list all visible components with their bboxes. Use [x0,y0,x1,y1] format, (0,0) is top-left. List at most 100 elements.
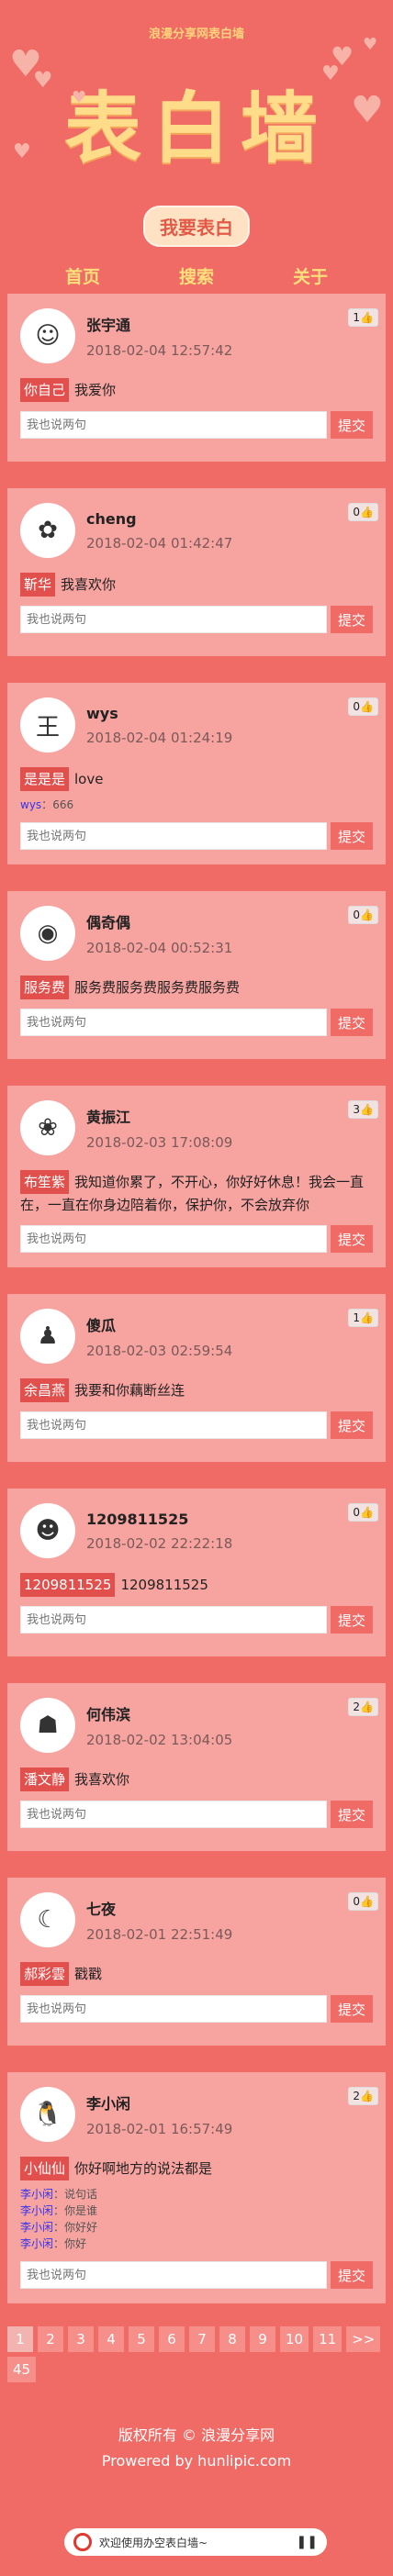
reply-input[interactable] [20,1411,327,1439]
recipient-tag: 你自己 [20,378,70,402]
reply-row: 提交 [20,1606,373,1634]
submit-button[interactable]: 提交 [331,1995,373,2023]
submit-button[interactable]: 提交 [331,606,373,633]
comment-text: 666 [52,798,74,811]
thumbs-up-icon: 👍 [360,700,374,713]
reply-input[interactable] [20,411,327,439]
thumbs-up-icon: 👍 [360,1895,374,1908]
like-count: 0 [353,700,361,713]
comment-author[interactable]: wys [20,798,41,811]
page-link[interactable]: 1 [7,2326,33,2352]
comment: wys：666 [20,798,74,811]
message-text: 我喜欢你 [74,1771,130,1788]
recipient-tag: 布笙紫 [20,1170,70,1194]
post-card: 🐧 李小闲 2018-02-01 16:57:49 2👍 小仙仙 你好啊地方的说法… [7,2072,386,2303]
post-message: 布笙紫 我知道你累了，不开心，你好好休息！我会一直在，一直在你身边陪着你，保护你，… [20,1170,373,1216]
like-button[interactable]: 0👍 [348,503,378,521]
thumbs-up-icon: 👍 [360,311,374,324]
author-name: wys [86,704,118,722]
like-button[interactable]: 1👍 [348,1309,378,1327]
like-button[interactable]: 0👍 [348,697,378,716]
nav-search[interactable]: 搜索 [179,263,214,288]
page-link[interactable]: 7 [189,2326,215,2352]
page-link[interactable]: >> [346,2326,381,2352]
reply-row: 提交 [20,822,373,850]
submit-button[interactable]: 提交 [331,411,373,439]
nav-home[interactable]: 首页 [65,263,100,288]
submit-button[interactable]: 提交 [331,1225,373,1253]
site-tag: 浪漫分享网表白墙 [148,28,244,41]
pause-icon[interactable]: ❚❚ [297,2535,318,2549]
like-count: 2 [353,1701,361,1713]
reply-input[interactable] [20,1606,327,1634]
heart-icon: ♥ [13,140,31,163]
reply-input[interactable] [20,1009,327,1036]
reply-input[interactable] [20,1801,327,1828]
nav-about[interactable]: 关于 [293,263,328,288]
page-link[interactable]: 10 [280,2326,309,2352]
comment-list: wys：666 [20,797,373,813]
page-link[interactable]: 45 [7,2357,37,2382]
comment-text: 你是谁 [64,2204,98,2217]
post-header: ♟ 傻瓜 2018-02-03 02:59:54 [20,1309,373,1364]
post-message: 是是是 love [20,767,373,791]
like-button[interactable]: 2👍 [348,1698,378,1716]
page-link[interactable]: 9 [250,2326,275,2352]
comment-author[interactable]: 李小闲 [20,2204,53,2217]
page-link[interactable]: 6 [159,2326,185,2352]
submit-button[interactable]: 提交 [331,2261,373,2289]
comment: 李小闲：你是谁 [20,2204,98,2217]
heart-icon: ♥ [351,89,384,131]
author-name: 黄振江 [86,1109,131,1126]
page-link[interactable]: 5 [129,2326,154,2352]
like-button[interactable]: 0👍 [348,1892,378,1911]
reply-input[interactable] [20,1995,327,2023]
page-link[interactable]: 3 [68,2326,94,2352]
like-button[interactable]: 1👍 [348,308,378,327]
submit-button[interactable]: 提交 [331,1009,373,1036]
page-link[interactable]: 11 [313,2326,342,2352]
reply-input[interactable] [20,822,327,850]
post-message: 1209811525 1209811525 [20,1573,373,1597]
reply-input[interactable] [20,606,327,633]
author-name: 七夜 [86,1901,117,1918]
page-link[interactable]: 8 [219,2326,245,2352]
submit-button[interactable]: 提交 [331,1411,373,1439]
submit-button[interactable]: 提交 [331,1606,373,1634]
music-player[interactable]: 欢迎使用办空表白墙~ ❚❚ [64,2528,327,2556]
thumbs-up-icon: 👍 [360,2090,374,2102]
submit-button[interactable]: 提交 [331,822,373,850]
avatar: ☺ [20,308,75,363]
recipient-tag: 是是是 [20,767,70,791]
comment-author[interactable]: 李小闲 [20,2188,53,2201]
message-text: love [74,771,104,787]
page-link[interactable]: 4 [98,2326,124,2352]
post-card: ◉ 偶奇偶 2018-02-04 00:52:31 0👍 服务费 服务费服务费服务… [7,891,386,1059]
message-text: 戳戳 [74,1966,103,1982]
like-button[interactable]: 0👍 [348,1503,378,1522]
reply-input[interactable] [20,2261,327,2289]
like-button[interactable]: 3👍 [348,1100,378,1119]
reply-row: 提交 [20,2261,373,2289]
like-button[interactable]: 0👍 [348,906,378,924]
post-message: 潘文静 我喜欢你 [20,1768,373,1791]
comment: 李小闲：你好 [20,2237,87,2250]
page-link[interactable]: 2 [38,2326,63,2352]
nav: 首页 搜索 关于 [0,247,393,288]
avatar: ☗ [20,1698,75,1753]
comment-author[interactable]: 李小闲 [20,2237,53,2250]
copyright: 版权所有 © 浪漫分享网 [118,2426,275,2444]
reply-input[interactable] [20,1225,327,1253]
message-text: 我喜欢你 [61,576,117,593]
message-text: 服务费服务费服务费服务费 [74,979,241,996]
submit-button[interactable]: 提交 [331,1801,373,1828]
avatar: ❀ [20,1100,75,1155]
post-header: 🐧 李小闲 2018-02-01 16:57:49 [20,2087,373,2142]
recipient-tag: 靳华 [20,573,56,597]
recipient-tag: 余昌燕 [20,1378,70,1402]
like-button[interactable]: 2👍 [348,2087,378,2105]
author-name: 偶奇偶 [86,914,131,931]
comment-author[interactable]: 李小闲 [20,2221,53,2234]
author-name: 李小闲 [86,2095,131,2113]
confess-button[interactable]: 我要表白 [143,206,250,247]
